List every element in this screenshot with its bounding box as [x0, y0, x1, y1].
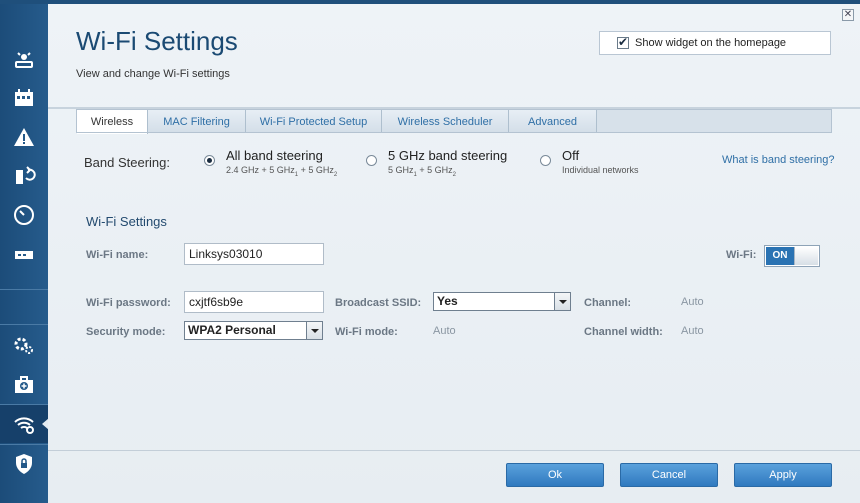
toggle-knob[interactable] — [794, 247, 818, 265]
broadcast-ssid-select[interactable]: Yes — [433, 292, 571, 311]
apply-button[interactable]: Apply — [734, 463, 832, 487]
shield-lock-icon — [16, 454, 32, 474]
medkit-icon — [15, 376, 33, 393]
option-all-band-sub: 2.4 GHz + 5 GHz1 + 5 GHz2 — [226, 165, 338, 178]
option-5ghz-sub: 5 GHz1 + 5 GHz2 — [388, 165, 456, 178]
sidebar — [0, 4, 49, 503]
channel-width-value: Auto — [681, 325, 704, 337]
security-mode-select[interactable]: WPA2 Personal — [184, 321, 323, 340]
channel-value: Auto — [681, 296, 704, 308]
tab-wireless-scheduler[interactable]: Wireless Scheduler — [382, 110, 509, 133]
sidebar-item-troubleshooting[interactable] — [0, 118, 48, 156]
sidebar-item-parental-controls[interactable] — [0, 366, 48, 404]
gears-icon — [14, 337, 33, 354]
warning-icon — [14, 128, 34, 146]
option-all-band-title: All band steering — [226, 148, 323, 163]
show-widget-label: Show widget on the homepage — [635, 37, 787, 49]
tab-strip: Wireless MAC Filtering Wi-Fi Protected S… — [76, 109, 832, 134]
wifi-settings-icon — [14, 417, 34, 434]
channel-width-label: Channel width: — [584, 326, 663, 338]
option-off-title: Off — [562, 148, 580, 163]
close-icon[interactable]: ✕ — [842, 9, 854, 21]
usb-icon — [15, 251, 33, 259]
wifi-password-label: Wi-Fi password: — [86, 297, 171, 309]
ok-button[interactable]: Ok — [506, 463, 604, 487]
update-icon — [16, 166, 36, 184]
wifi-toggle-label: Wi-Fi: — [726, 249, 757, 261]
dropdown-arrow-icon[interactable] — [554, 293, 570, 310]
network-map-icon — [15, 52, 33, 68]
show-widget-toggle[interactable]: Show widget on the homepage — [599, 31, 831, 55]
band-steering-label: Band Steering: — [84, 155, 171, 170]
broadcast-ssid-value: Yes — [437, 294, 458, 308]
radio-5ghz-band[interactable] — [366, 155, 377, 166]
tab-underline — [76, 132, 832, 133]
tab-mac-filtering[interactable]: MAC Filtering — [148, 110, 246, 133]
wifi-name-input[interactable] — [184, 243, 324, 265]
wifi-toggle-state: ON — [766, 247, 794, 265]
option-off-sub: Individual networks — [562, 165, 639, 175]
sidebar-item-speed-test[interactable] — [0, 196, 48, 234]
radio-all-band[interactable] — [204, 155, 215, 166]
wifi-mode-value: Auto — [433, 325, 456, 337]
sidebar-divider — [0, 324, 48, 325]
sidebar-item-security[interactable] — [0, 445, 48, 483]
tab-wireless[interactable]: Wireless — [77, 110, 148, 134]
band-steering-help-link[interactable]: What is band steering? — [722, 154, 835, 166]
sidebar-item-devices[interactable] — [0, 79, 48, 117]
tab-wifi-protected-setup[interactable]: Wi-Fi Protected Setup — [246, 110, 382, 133]
footer-divider — [48, 450, 860, 451]
broadcast-ssid-label: Broadcast SSID: — [335, 297, 422, 309]
main-panel: ✕ Wi-Fi Settings View and change Wi-Fi s… — [48, 4, 860, 503]
calendar-devices-icon — [15, 89, 33, 106]
tab-advanced[interactable]: Advanced — [509, 110, 597, 133]
wifi-password-input[interactable] — [184, 291, 324, 313]
sidebar-item-network-map[interactable] — [0, 41, 48, 79]
wifi-toggle[interactable]: ON — [764, 245, 820, 267]
option-5ghz-title: 5 GHz band steering — [388, 148, 508, 163]
security-mode-label: Security mode: — [86, 326, 166, 338]
dropdown-arrow-icon[interactable] — [306, 322, 322, 339]
channel-label: Channel: — [584, 297, 632, 309]
sidebar-item-connectivity[interactable] — [0, 157, 48, 195]
wifi-name-label: Wi-Fi name: — [86, 249, 149, 261]
page-subtitle: View and change Wi-Fi settings — [76, 68, 230, 80]
checkbox-icon[interactable] — [617, 35, 629, 49]
sidebar-divider — [0, 289, 48, 290]
wifi-section-title: Wi-Fi Settings — [86, 214, 167, 229]
cancel-button[interactable]: Cancel — [620, 463, 718, 487]
sidebar-item-connectivity-settings[interactable] — [0, 327, 48, 365]
security-mode-value: WPA2 Personal — [188, 323, 276, 337]
clock-icon — [14, 205, 34, 225]
wifi-mode-label: Wi-Fi mode: — [335, 326, 398, 338]
page-title: Wi-Fi Settings — [76, 26, 238, 56]
sidebar-item-usb[interactable] — [0, 236, 48, 274]
radio-off[interactable] — [540, 155, 551, 166]
sidebar-item-wifi-settings[interactable] — [0, 405, 49, 443]
